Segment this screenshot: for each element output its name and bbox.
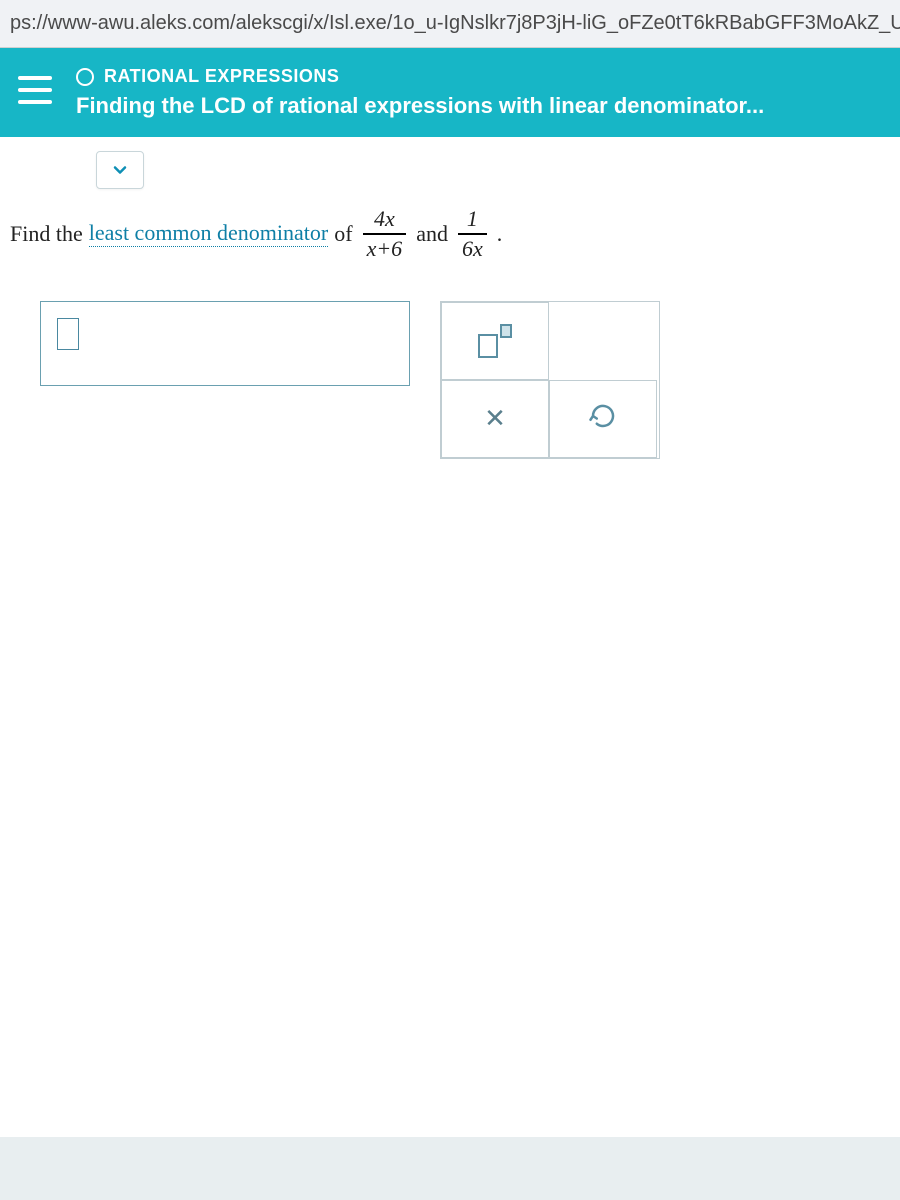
hamburger-menu-icon[interactable] bbox=[18, 76, 52, 104]
question-content: Find the least common denominator of 4x … bbox=[0, 137, 900, 1137]
slice-pie-icon bbox=[76, 68, 94, 86]
clear-button[interactable]: ✕ bbox=[441, 380, 549, 458]
answer-input[interactable] bbox=[40, 301, 410, 386]
input-placeholder-box[interactable] bbox=[57, 318, 79, 350]
expand-toggle-button[interactable] bbox=[96, 151, 144, 189]
slice-label: RATIONAL EXPRESSIONS bbox=[104, 66, 339, 87]
undo-icon bbox=[588, 401, 618, 436]
fraction-2: 1 6x bbox=[458, 207, 487, 261]
slice-title: RATIONAL EXPRESSIONS bbox=[76, 66, 888, 87]
question-mid: of bbox=[334, 221, 352, 247]
question-and: and bbox=[416, 221, 448, 247]
fraction-1-denominator: x+6 bbox=[363, 237, 407, 261]
math-tool-palette: ✕ bbox=[440, 301, 660, 459]
chevron-down-icon bbox=[110, 160, 130, 180]
topic-header: RATIONAL EXPRESSIONS Finding the LCD of … bbox=[0, 48, 900, 137]
close-icon: ✕ bbox=[484, 403, 506, 434]
question-suffix: . bbox=[497, 221, 503, 247]
reset-button[interactable] bbox=[549, 380, 657, 458]
question-prefix: Find the bbox=[10, 221, 83, 247]
topic-title: Finding the LCD of rational expressions … bbox=[76, 93, 888, 119]
exponent-tool-button[interactable] bbox=[441, 302, 549, 380]
fraction-2-denominator: 6x bbox=[458, 237, 487, 261]
fraction-1: 4x x+6 bbox=[363, 207, 407, 261]
glossary-link-lcd[interactable]: least common denominator bbox=[89, 220, 329, 247]
fraction-2-numerator: 1 bbox=[463, 207, 482, 231]
url-bar: ps://www-awu.aleks.com/alekscgi/x/Isl.ex… bbox=[0, 0, 900, 48]
fraction-1-numerator: 4x bbox=[370, 207, 399, 231]
exponent-icon bbox=[478, 324, 512, 358]
